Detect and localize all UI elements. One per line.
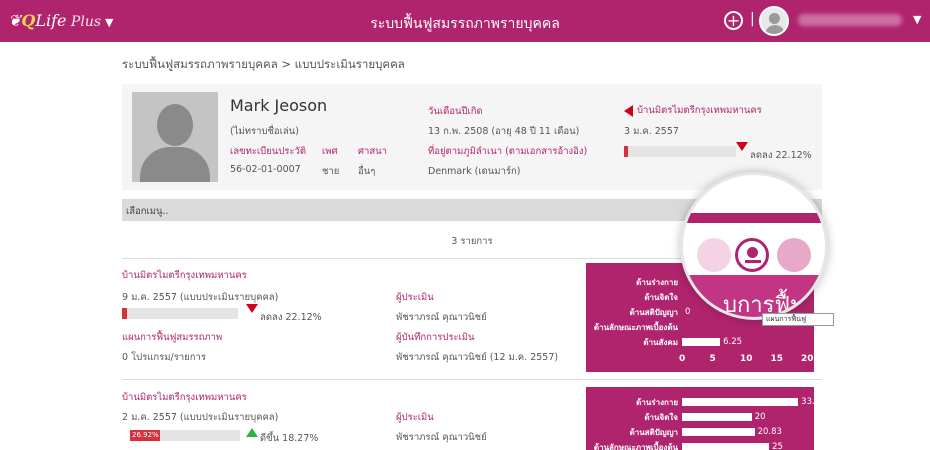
chart-bar	[682, 413, 752, 421]
person-icon[interactable]	[735, 238, 769, 272]
edit-icon[interactable]	[697, 238, 731, 272]
record-organization[interactable]: บ้านมิตรไมตรีกรุงเทพมหานคร	[122, 390, 247, 405]
chart-category-label: ด้านสติปัญญา	[629, 428, 678, 437]
recorder-label: ผู้บันทึกการประเมิน	[396, 332, 475, 343]
score-bar: 26.92%	[130, 430, 240, 441]
assessor-label: ผู้ประเมิน	[396, 292, 434, 303]
gender-value: ชาย	[322, 166, 340, 177]
plan-label: แผนการฟื้นฟูสมรรถภาพ	[122, 332, 223, 343]
score-bar-fill: 26.92%	[130, 430, 160, 441]
decline-arrow-icon	[736, 142, 748, 151]
chart-tick-label: 0	[679, 354, 686, 364]
chart-category-label: ด้านลักษณะภาพเบื้องต้น	[593, 323, 678, 332]
profile-name: Mark Jeoson	[230, 96, 328, 115]
user-avatar[interactable]	[759, 6, 789, 36]
change-label: ดีขึ้น 18.27%	[260, 433, 319, 444]
chart-category-label: ด้านร่างกาย	[636, 278, 678, 287]
arrow-left-icon	[624, 104, 633, 117]
magnifier-overlay: บการฟื้นฟ/	[680, 172, 828, 320]
user-name-blurred[interactable]	[798, 14, 902, 26]
chart-value-label: 25	[772, 442, 783, 450]
religion-label: ศาสนา	[358, 146, 387, 157]
organization-date: 3 ม.ค. 2557	[624, 126, 679, 137]
chart-tick-label: 5	[709, 354, 716, 364]
score-bar-fill	[122, 308, 127, 319]
chart-value-label: 6.25	[723, 337, 743, 347]
chart-category-label: ด้านร่างกาย	[636, 398, 678, 407]
change-label: ลดลง 22.12%	[260, 312, 322, 323]
score-bar-fill	[624, 146, 629, 157]
divider: |	[750, 11, 755, 27]
improve-arrow-icon	[246, 428, 258, 437]
chart-category-label: ด้านลักษณะภาพเบื้องต้น	[593, 443, 678, 450]
recorder-value: พัชราภรณ์ คุณาวนิชย์ (12 ม.ค. 2557)	[396, 352, 559, 363]
chart-value-label: 33.33	[801, 397, 814, 407]
chart-bar	[682, 398, 799, 406]
more-icon[interactable]	[777, 238, 811, 272]
user-menu-chevron-icon[interactable]: ▼	[913, 13, 921, 26]
address-label: ที่อยู่ตามภูมิลำเนา (ตามเอกสารอ้างอิง)	[428, 146, 588, 157]
chart-value-label: 20.83	[757, 427, 782, 437]
plan-value: 0 โปรแกรม/รายการ	[122, 352, 206, 363]
address-value: Denmark (เดนมาร์ก)	[428, 166, 521, 177]
score-bar	[122, 308, 238, 319]
assessment-bar-chart: ด้านร่างกาย 33.33 ด้านจิตใจ 20 ด้านสติปัญญา 2…	[586, 387, 814, 450]
religion-value: อื่นๆ	[358, 166, 376, 177]
dob-label: วันเดือนปีเกิด	[428, 106, 483, 117]
chart-tick-label: 10	[740, 354, 753, 364]
organization-link[interactable]: บ้านมิตรไมตรีกรุงเทพมหานคร	[624, 103, 762, 118]
breadcrumb: ระบบฟื้นฟูสมรรถภาพรายบุคคล > แบบประเมินร…	[122, 57, 405, 71]
plus-circle-icon[interactable]: +	[724, 11, 743, 30]
top-bar: ❦QLife Plus ▼ ระบบฟื้นฟูสมรรถภาพรายบุคคล …	[0, 0, 930, 42]
chart-tick-label: 15	[770, 354, 784, 364]
registration-value: 56-02-01-0007	[230, 164, 301, 175]
profile-card: Mark Jeoson (ไม่ทราบชื่อเล่น) เลขทะเบียน…	[122, 84, 822, 190]
assessor-value: พัชราภรณ์ คุณาวนิชย์	[396, 312, 487, 323]
assessor-value: พัชราภรณ์ คุณาวนิชย์	[396, 432, 487, 443]
chart-bar	[682, 443, 770, 450]
tooltip: แผนการฟื้นฟู	[762, 313, 834, 326]
dob-value: 13 ก.พ. 2508 (อายุ 48 ปี 11 เดือน)	[428, 126, 580, 137]
divider	[122, 379, 822, 380]
chart-category-label: ด้านจิตใจ	[644, 293, 678, 302]
decline-arrow-icon	[246, 304, 258, 313]
record-date: 9 ม.ค. 2557 (แบบประเมินรายบุคคล)	[122, 292, 279, 303]
assessor-label: ผู้ประเมิน	[396, 412, 434, 423]
page-title: ระบบฟื้นฟูสมรรถภาพรายบุคคล	[370, 16, 560, 32]
menu-select-label: เลือกเมนู..	[126, 206, 169, 217]
record-date: 2 ม.ค. 2557 (แบบประเมินรายบุคคล)	[122, 412, 279, 423]
chart-bar	[682, 428, 755, 436]
profile-photo	[132, 92, 218, 182]
registration-label: เลขทะเบียนประวัติ	[230, 146, 307, 157]
chart-category-label: ด้านสังคม	[643, 338, 678, 347]
change-label: ลดลง 22.12%	[750, 150, 812, 161]
score-bar	[624, 146, 736, 157]
magnified-header-band	[683, 213, 825, 223]
chart-tick-label: 20	[801, 354, 814, 364]
gender-label: เพศ	[322, 146, 338, 157]
chart-category-label: ด้านสติปัญญา	[629, 308, 678, 317]
profile-nickname: (ไม่ทราบชื่อเล่น)	[230, 126, 299, 137]
record-organization[interactable]: บ้านมิตรไมตรีกรุงเทพมหานคร	[122, 268, 247, 283]
chart-bar	[682, 338, 721, 346]
chart-category-label: ด้านจิตใจ	[644, 413, 678, 422]
chart-value-label: 20	[754, 412, 766, 422]
